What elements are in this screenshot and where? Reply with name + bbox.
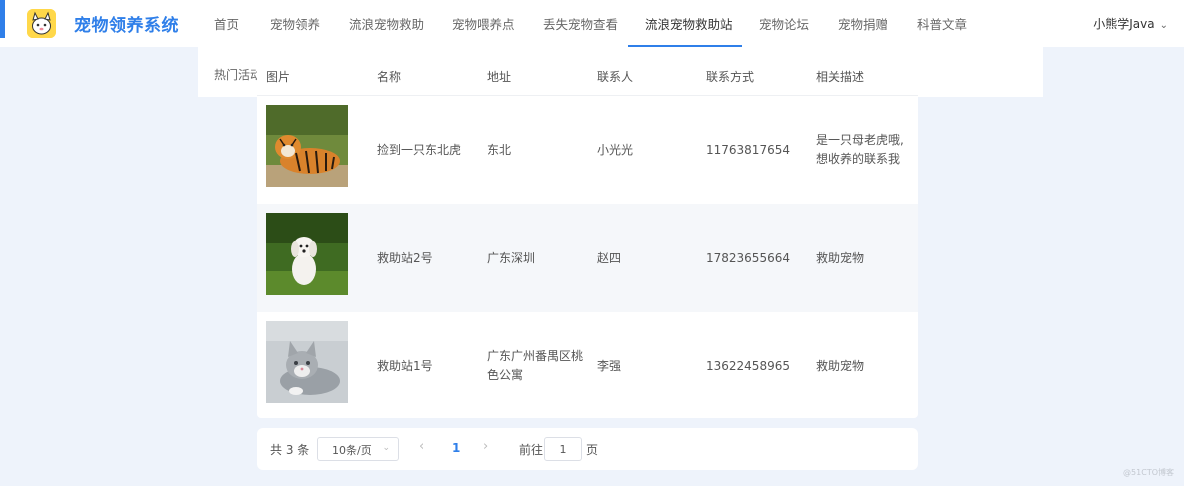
pagination-total: 共 3 条 (270, 443, 310, 457)
nav-item-rescue-station[interactable]: 流浪宠物救助站 (645, 14, 733, 33)
row-description: 是一只母老虎哦, 想收养的联系我 (816, 131, 904, 169)
row-description: 救助宠物 (816, 359, 865, 373)
user-menu[interactable]: 小熊学Java ⌄ (1093, 15, 1168, 32)
user-name: 小熊学Java (1093, 17, 1155, 31)
row-name: 救助站1号 (377, 359, 433, 373)
table-row[interactable]: 救助站1号 广东广州番禺区桃 色公寓 李强 13622458965 救助宠物 (257, 312, 918, 418)
row-name: 捡到一只东北虎 (377, 143, 462, 157)
row-name: 救助站2号 (377, 251, 433, 265)
row-contact: 李强 (597, 359, 622, 373)
row-contact: 小光光 (597, 143, 634, 157)
nav-item-forum[interactable]: 宠物论坛 (759, 14, 809, 33)
brand-title[interactable]: 宠物领养系统 (74, 11, 179, 36)
top-header: 宠物领养系统 首页 宠物领养 流浪宠物救助 宠物喂养点 丢失宠物查看 流浪宠物救… (0, 0, 1184, 47)
table-row[interactable]: 救助站2号 广东深圳 赵四 17823655664 救助宠物 (257, 204, 918, 312)
header-accent-bar (0, 0, 5, 38)
page-number-current[interactable]: 1 (452, 441, 460, 455)
page-size-select[interactable]: 10条/页 ⌄ (317, 437, 399, 461)
description-line: 想收养的联系我 (816, 152, 901, 166)
table-header: 图片 名称 地址 联系人 联系方式 相关描述 (257, 52, 918, 96)
col-header-phone: 联系方式 (706, 70, 755, 84)
goto-page-input[interactable] (544, 437, 582, 461)
col-header-image: 图片 (266, 70, 291, 84)
row-address: 东北 (487, 143, 512, 157)
nav-item-adoption[interactable]: 宠物领养 (270, 14, 320, 33)
nav-item-donation[interactable]: 宠物捐赠 (838, 14, 888, 33)
goto-label: 前往 (519, 443, 544, 457)
white-puppy-photo (266, 213, 348, 295)
row-address: 广东广州番禺区桃 色公寓 (487, 347, 583, 385)
description-line: 是一只母老虎哦, (816, 133, 904, 147)
gray-kitten-photo (266, 321, 348, 403)
watermark: @51CTO博客 (1123, 468, 1174, 477)
prev-page-icon[interactable]: ‹ (419, 439, 424, 454)
col-header-address: 地址 (487, 70, 512, 84)
address-line: 广东广州番禺区桃 (487, 349, 584, 363)
nav-item-home[interactable]: 首页 (214, 14, 239, 33)
nav-item-lost-pets[interactable]: 丢失宠物查看 (543, 14, 618, 33)
chevron-down-icon: ⌄ (1159, 20, 1168, 31)
rescue-station-table: 图片 名称 地址 联系人 联系方式 相关描述 捡到一只东北虎 东北 小光光 11 (257, 52, 918, 418)
nav-item-feeding-point[interactable]: 宠物喂养点 (452, 14, 515, 33)
logo-icon (27, 9, 56, 38)
nav-item-articles[interactable]: 科普文章 (917, 14, 967, 33)
page-size-value: 10条/页 (332, 444, 372, 457)
pagination: 共 3 条 10条/页 ⌄ ‹ 1 › 前往 页 (257, 428, 918, 470)
hot-activity-label[interactable]: 热门活动 (214, 66, 260, 83)
col-header-name: 名称 (377, 70, 402, 84)
table-row[interactable]: 捡到一只东北虎 东北 小光光 11763817654 是一只母老虎哦, 想收养的联… (257, 96, 918, 204)
row-address: 广东深圳 (487, 251, 536, 265)
col-header-contact: 联系人 (597, 70, 634, 84)
next-page-icon[interactable]: › (483, 439, 488, 454)
row-phone: 17823655664 (706, 251, 790, 265)
col-header-description: 相关描述 (816, 70, 865, 84)
nav-item-stray-rescue[interactable]: 流浪宠物救助 (349, 14, 424, 33)
row-description: 救助宠物 (816, 251, 865, 265)
address-line: 色公寓 (487, 368, 524, 382)
tiger-photo (266, 105, 348, 187)
row-phone: 13622458965 (706, 359, 790, 373)
chevron-down-icon: ⌄ (382, 443, 390, 453)
row-phone: 11763817654 (706, 143, 790, 157)
page-unit-label: 页 (586, 443, 599, 457)
row-contact: 赵四 (597, 251, 622, 265)
